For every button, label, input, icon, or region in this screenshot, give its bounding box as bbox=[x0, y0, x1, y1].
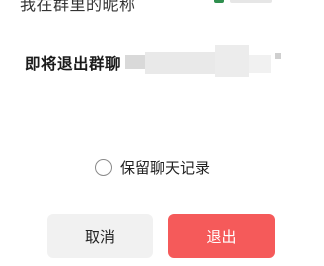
status-bar-placeholder bbox=[230, 0, 272, 3]
keep-history-radio[interactable] bbox=[95, 159, 112, 176]
status-square-icon bbox=[214, 0, 224, 3]
exit-button[interactable]: 退出 bbox=[168, 214, 275, 258]
keep-history-option[interactable]: 保留聊天记录 bbox=[95, 157, 210, 178]
exit-group-dialog: 我在群里的昵称 即将退出群聊 保留聊天记录 取消 退出 bbox=[0, 0, 324, 266]
cancel-button[interactable]: 取消 bbox=[47, 214, 153, 258]
background-nickname-text: 我在群里的昵称 bbox=[20, 0, 136, 14]
redacted-group-name bbox=[125, 43, 290, 83]
dialog-title-text: 即将退出群聊 bbox=[25, 55, 122, 73]
background-status-indicator bbox=[214, 0, 284, 4]
dialog-title: 即将退出群聊 bbox=[25, 43, 290, 83]
keep-history-label: 保留聊天记录 bbox=[120, 159, 211, 177]
